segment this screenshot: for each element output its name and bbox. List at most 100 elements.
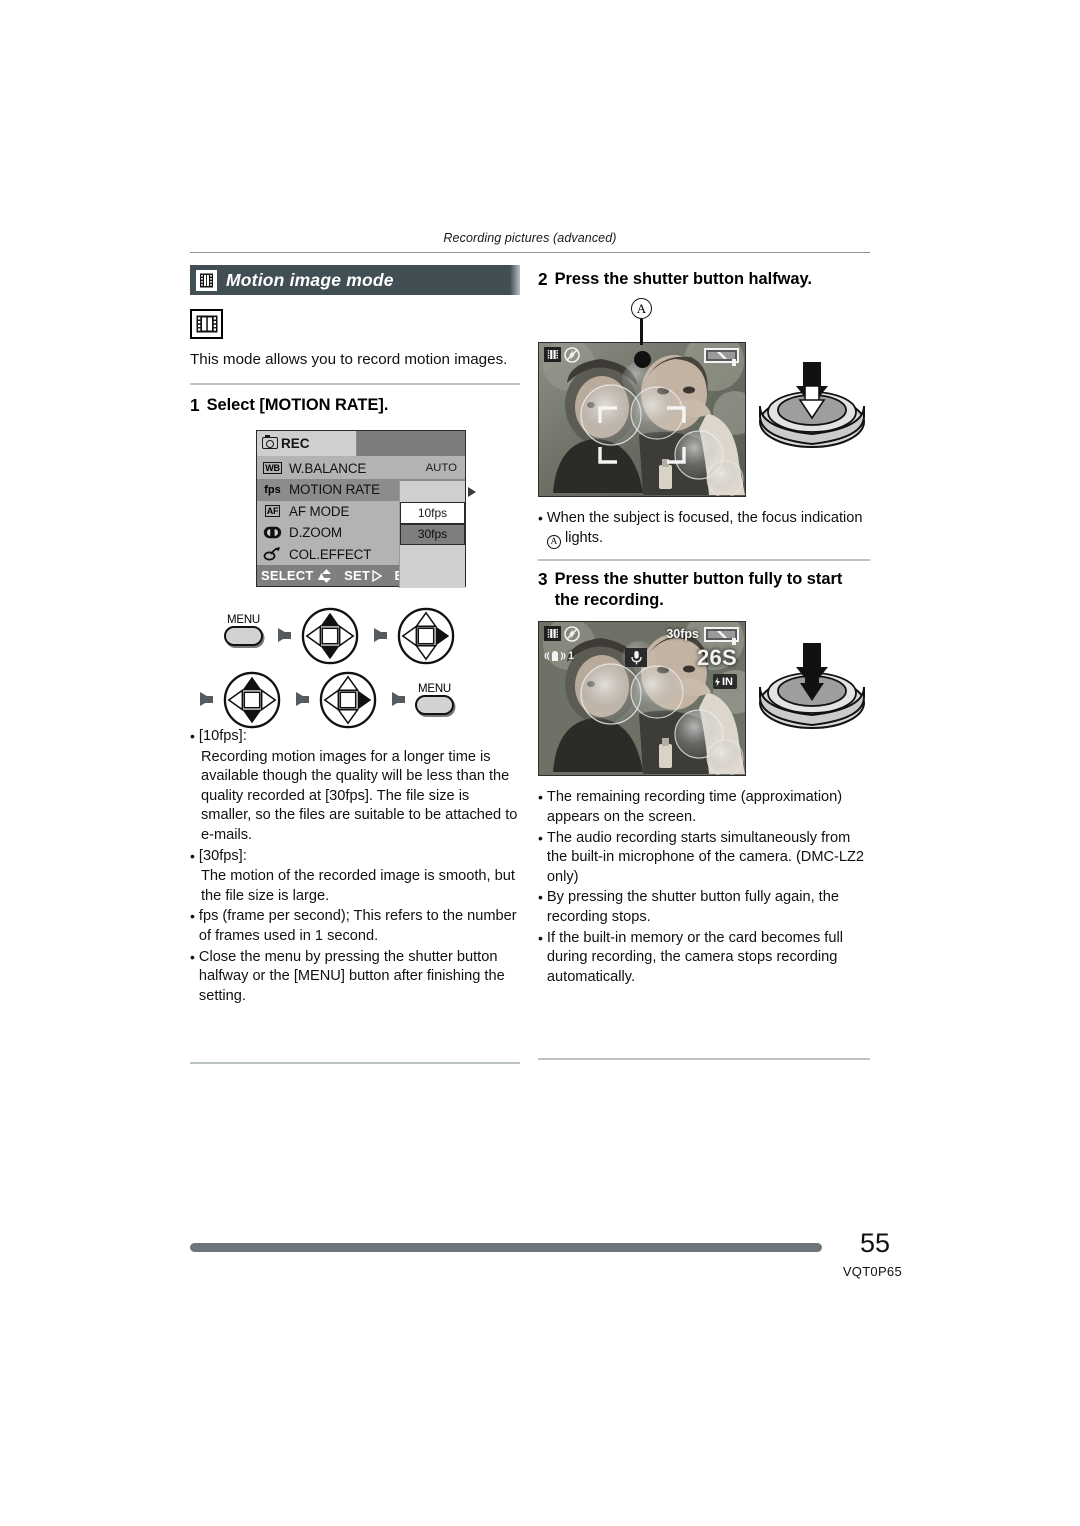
microphone-icon [625,648,647,668]
divider [190,382,520,385]
dpad-up-down-icon [223,671,281,729]
left-column-bottom-divider [190,1062,520,1064]
step-3-text: Press the shutter button fully to start … [554,570,843,610]
film-icon [544,626,561,642]
manual-page: Recording pictures (advanced) Motion ima… [0,0,1080,1526]
list-item: • If the built-in memory or the card bec… [538,929,870,988]
menu-label-wbalance: W.BALANCE [289,460,367,476]
flash-off-icon [564,626,580,643]
divider [538,559,870,562]
bullet-dot: • [538,510,543,526]
note-text: [10fps]: [198,728,247,744]
remaining-time: 26S [696,645,737,671]
note-text: Close the menu by pressing the shutter b… [198,948,505,1004]
step-2-notes: • When the subject is focused, the focus… [538,509,870,550]
step-3-heading: 3 Press the shutter button fully to star… [538,569,870,611]
stabilizer-icon: 1 [544,649,574,663]
flow-arrow-icon [278,628,291,642]
menu-button-start[interactable]: MENU [224,614,263,646]
menu-button-shape[interactable] [224,626,263,646]
running-header: Recording pictures (advanced) [443,231,617,245]
fps-indicator: 30fps [666,627,699,642]
step-3-notes: • The remaining recording time (approxim… [538,788,870,987]
dpad-up-down-icon [301,607,359,665]
menu-value-wbalance: AUTO [425,462,457,475]
list-item: • The audio recording starts simultaneou… [538,829,870,888]
button-flow-diagram: MENU MENU [190,595,520,729]
right-column-bottom-divider [538,1058,870,1060]
battery-icon [704,348,739,366]
menu-tab-bar: REC [257,430,465,456]
document-code: VQT0P65 [842,1264,902,1279]
lcd-preview-recording: 1 30fps 26S IN [538,621,746,777]
option-10fps[interactable]: 10fps [400,502,465,524]
step-2-text: Press the shutter button halfway. [554,270,812,288]
bullet-dot: • [538,789,543,806]
step-3-number: 3 [538,569,548,590]
bullet-dot: • [190,847,195,864]
list-item: • [30fps]: [190,847,520,867]
section-title-bar: Motion image mode [190,265,520,295]
callout-a-label: A [631,298,652,319]
camera-menu-screen: REC WB W.BALANCE AUTO fps MOTION RATE AF… [256,429,476,588]
battery-icon [704,627,739,646]
note-suffix: lights. [560,529,604,546]
dpad-right-icon [397,607,455,665]
af-icon: AF [264,505,281,518]
note-text: When the subject is focused, the focus i… [546,509,870,550]
shutter-button-halfpress-illustration [754,356,869,456]
focus-indication-dot [634,351,651,368]
list-item: The motion of the recorded image is smoo… [190,867,520,906]
menu-tab-label: REC [281,435,310,451]
menu-button-end-label: MENU [417,683,452,695]
menu-label-dzoom: D.ZOOM [289,525,342,541]
list-item: • By pressing the shutter button fully a… [538,888,870,927]
flash-off-icon [564,347,580,363]
menu-button-start-label: MENU [226,614,261,626]
flow-arrow-icon [392,692,405,706]
builtin-memory-icon: IN [713,674,737,690]
menu-label-motion-rate: MOTION RATE [289,482,380,498]
circled-a-icon: A [546,535,561,550]
left-column: Motion image mode This mode allows you t… [190,265,520,1007]
option-30fps[interactable]: 30fps [400,486,476,545]
step-1-heading: 1 Select [MOTION RATE]. [190,395,520,416]
list-item: • When the subject is focused, the focus… [538,509,870,550]
note-text: If the built-in memory or the card becom… [546,929,843,985]
header-divider [190,252,870,253]
bullet-dot: • [538,929,543,946]
col-effect-icon [262,547,283,561]
menu-button-shape[interactable] [415,695,454,715]
note-text: fps (frame per second); This refers to t… [198,908,517,944]
film-icon [544,347,561,362]
note-text: The motion of the recorded image is smoo… [201,868,515,904]
shutter-button-fullpress-illustration [754,637,869,737]
section-title: Motion image mode [226,269,394,290]
note-prefix: When the subject is focused, the focus i… [546,510,863,526]
list-item: • fps (frame per second); This refers to… [190,907,520,946]
list-item: • Close the menu by pressing the shutter… [190,948,520,1007]
step-2-heading: 2 Press the shutter button halfway. [538,269,870,290]
callout-a: A [631,298,652,345]
callout-line [640,319,643,345]
footer-rule [190,1243,822,1252]
camera-icon [262,434,278,449]
note-text: By pressing the shutter button fully aga… [546,889,839,925]
fps-icon: fps [264,483,281,496]
menu-row-wbalance[interactable]: WB W.BALANCE AUTO [257,458,465,480]
menu-label-col-effect: COL.EFFECT [289,546,372,562]
menu-button-end[interactable]: MENU [415,683,454,715]
note-text: The remaining recording time (approximat… [546,789,843,825]
list-item: • The remaining recording time (approxim… [538,788,870,827]
menu-rows: WB W.BALANCE AUTO fps MOTION RATE AF AF … [257,456,476,588]
menu-footer-select: SELECT [261,568,314,583]
motion-image-mode-icon [190,309,223,339]
wb-icon: WB [263,462,282,475]
select-updown-icon [321,568,331,583]
note-text: [30fps]: [198,847,247,864]
note-text: Recording motion images for a longer tim… [201,748,518,843]
step-2-number: 2 [538,269,548,289]
menu-tab-rec[interactable]: REC [257,430,357,456]
menu-label-af-mode: AF MODE [289,503,350,519]
note-text: The audio recording starts simultaneousl… [546,829,865,885]
